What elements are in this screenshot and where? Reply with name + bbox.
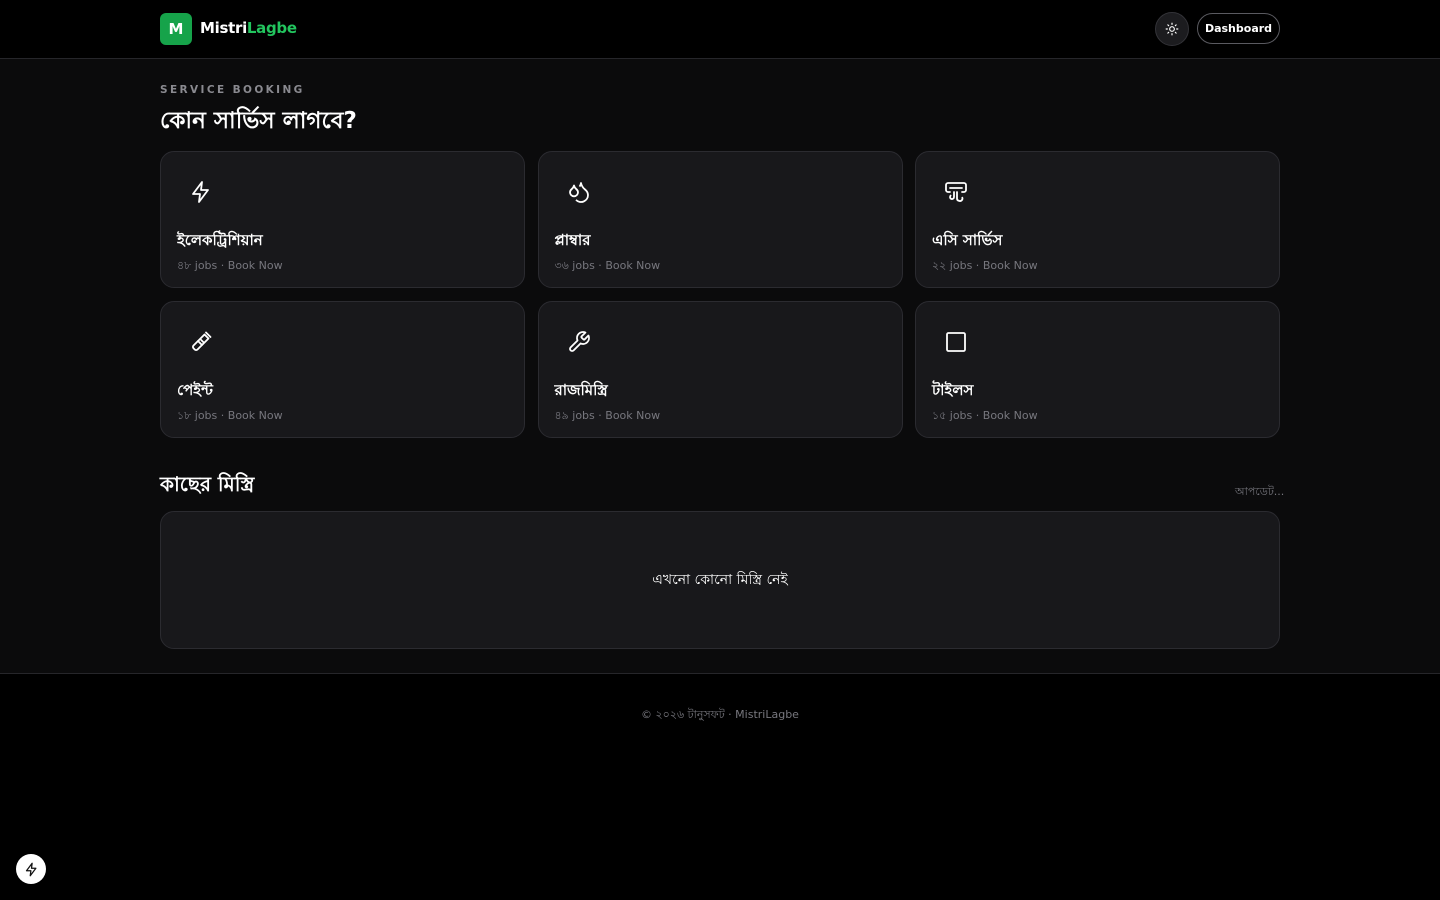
service-meta: ১৮ jobs · Book Now	[177, 409, 283, 422]
bolt-icon	[192, 181, 209, 203]
service-card-mason[interactable]: রাজমিস্ত্রি ৪৯ jobs · Book Now	[537, 301, 903, 438]
top-header: M MistriLagbe Dashboard	[0, 0, 1440, 59]
service-card-paint[interactable]: পেইন্ট ১৮ jobs · Book Now	[160, 301, 525, 438]
theme-toggle-button[interactable]	[1155, 12, 1189, 46]
service-meta: ২২ jobs · Book Now	[932, 259, 1038, 272]
service-title: টাইলস	[932, 381, 974, 399]
service-card-ac[interactable]: এসি সার্ভিস ২২ jobs · Book Now	[915, 151, 1280, 288]
update-status: আপডেট...	[1235, 485, 1285, 498]
service-meta: ১৫ jobs · Book Now	[932, 409, 1038, 422]
paintbrush-icon	[192, 331, 212, 351]
service-meta: ৩৬ jobs · Book Now	[554, 259, 661, 272]
wrench-icon	[568, 331, 590, 352]
brand-name[interactable]: MistriLagbe	[200, 19, 297, 37]
logo-badge[interactable]: M	[160, 13, 192, 45]
service-title: রাজমিস্ত্রি	[554, 381, 608, 399]
service-card-tiles[interactable]: টাইলস ১৫ jobs · Book Now	[915, 301, 1280, 438]
service-card-plumber[interactable]: প্লাম্বার ৩৬ jobs · Book Now	[537, 151, 903, 288]
brand-part-2: Lagbe	[246, 19, 297, 37]
service-title: পেইন্ট	[177, 381, 213, 399]
service-grid: ইলেকট্রিশিয়ান ৪৮ jobs · Book Now প্লাম্…	[160, 151, 1280, 438]
service-title: ইলেকট্রিশিয়ান	[177, 231, 263, 249]
service-meta: ৪৮ jobs · Book Now	[177, 259, 283, 272]
nearby-empty-state: এখনো কোনো মিস্ত্রি নেই	[160, 511, 1280, 649]
page-title: কোন সার্ভিস লাগবে?	[160, 108, 357, 134]
brand-part-1: Mistri	[200, 19, 247, 37]
floating-action-button[interactable]	[16, 854, 46, 884]
nearby-section-title: কাছের মিস্ত্রি	[160, 472, 255, 496]
droplets-icon	[568, 182, 589, 203]
service-title: প্লাম্বার	[554, 231, 591, 249]
service-meta: ৪৯ jobs · Book Now	[554, 409, 661, 422]
service-title: এসি সার্ভিস	[932, 231, 1003, 249]
empty-message: এখনো কোনো মিস্ত্রি নেই	[652, 572, 788, 588]
bolt-icon	[25, 862, 36, 876]
section-eyebrow: SERVICE BOOKING	[160, 84, 305, 96]
square-icon	[946, 332, 966, 352]
dashboard-button[interactable]: Dashboard	[1197, 13, 1280, 44]
footer: © ২০২৬ টানুসফট · MistriLagbe	[0, 673, 1440, 900]
sun-icon	[1165, 22, 1179, 36]
service-card-electrician[interactable]: ইলেকট্রিশিয়ান ৪৮ jobs · Book Now	[160, 151, 525, 288]
footer-copyright: © ২০২৬ টানুসফট · MistriLagbe	[641, 708, 799, 721]
air-vent-icon	[945, 182, 967, 202]
